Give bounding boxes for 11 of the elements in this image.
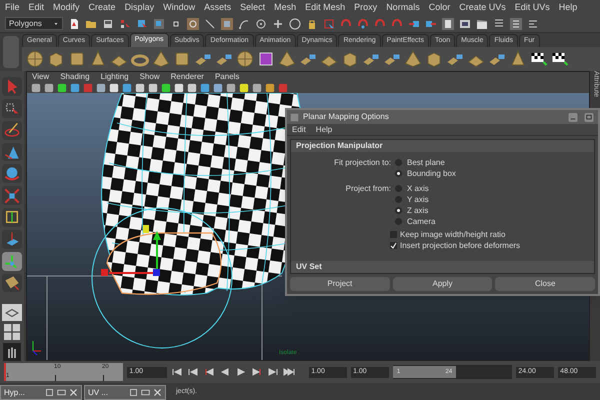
checkbox-label: Insert projection before deformers xyxy=(400,240,520,252)
window-title: Planar Mapping Options xyxy=(303,111,390,123)
option-label: Z axis xyxy=(407,204,428,216)
checkbox-label: Keep image width/height ratio xyxy=(400,228,506,240)
option-label: X axis xyxy=(407,182,429,194)
option-label: Camera xyxy=(407,216,436,228)
field-label: Project from: xyxy=(344,183,391,194)
field-label: Fit projection to: xyxy=(333,157,391,168)
option-label: Y axis xyxy=(407,194,429,206)
option-label: Best plane xyxy=(407,156,445,168)
option-label: Bounding box xyxy=(407,168,456,180)
